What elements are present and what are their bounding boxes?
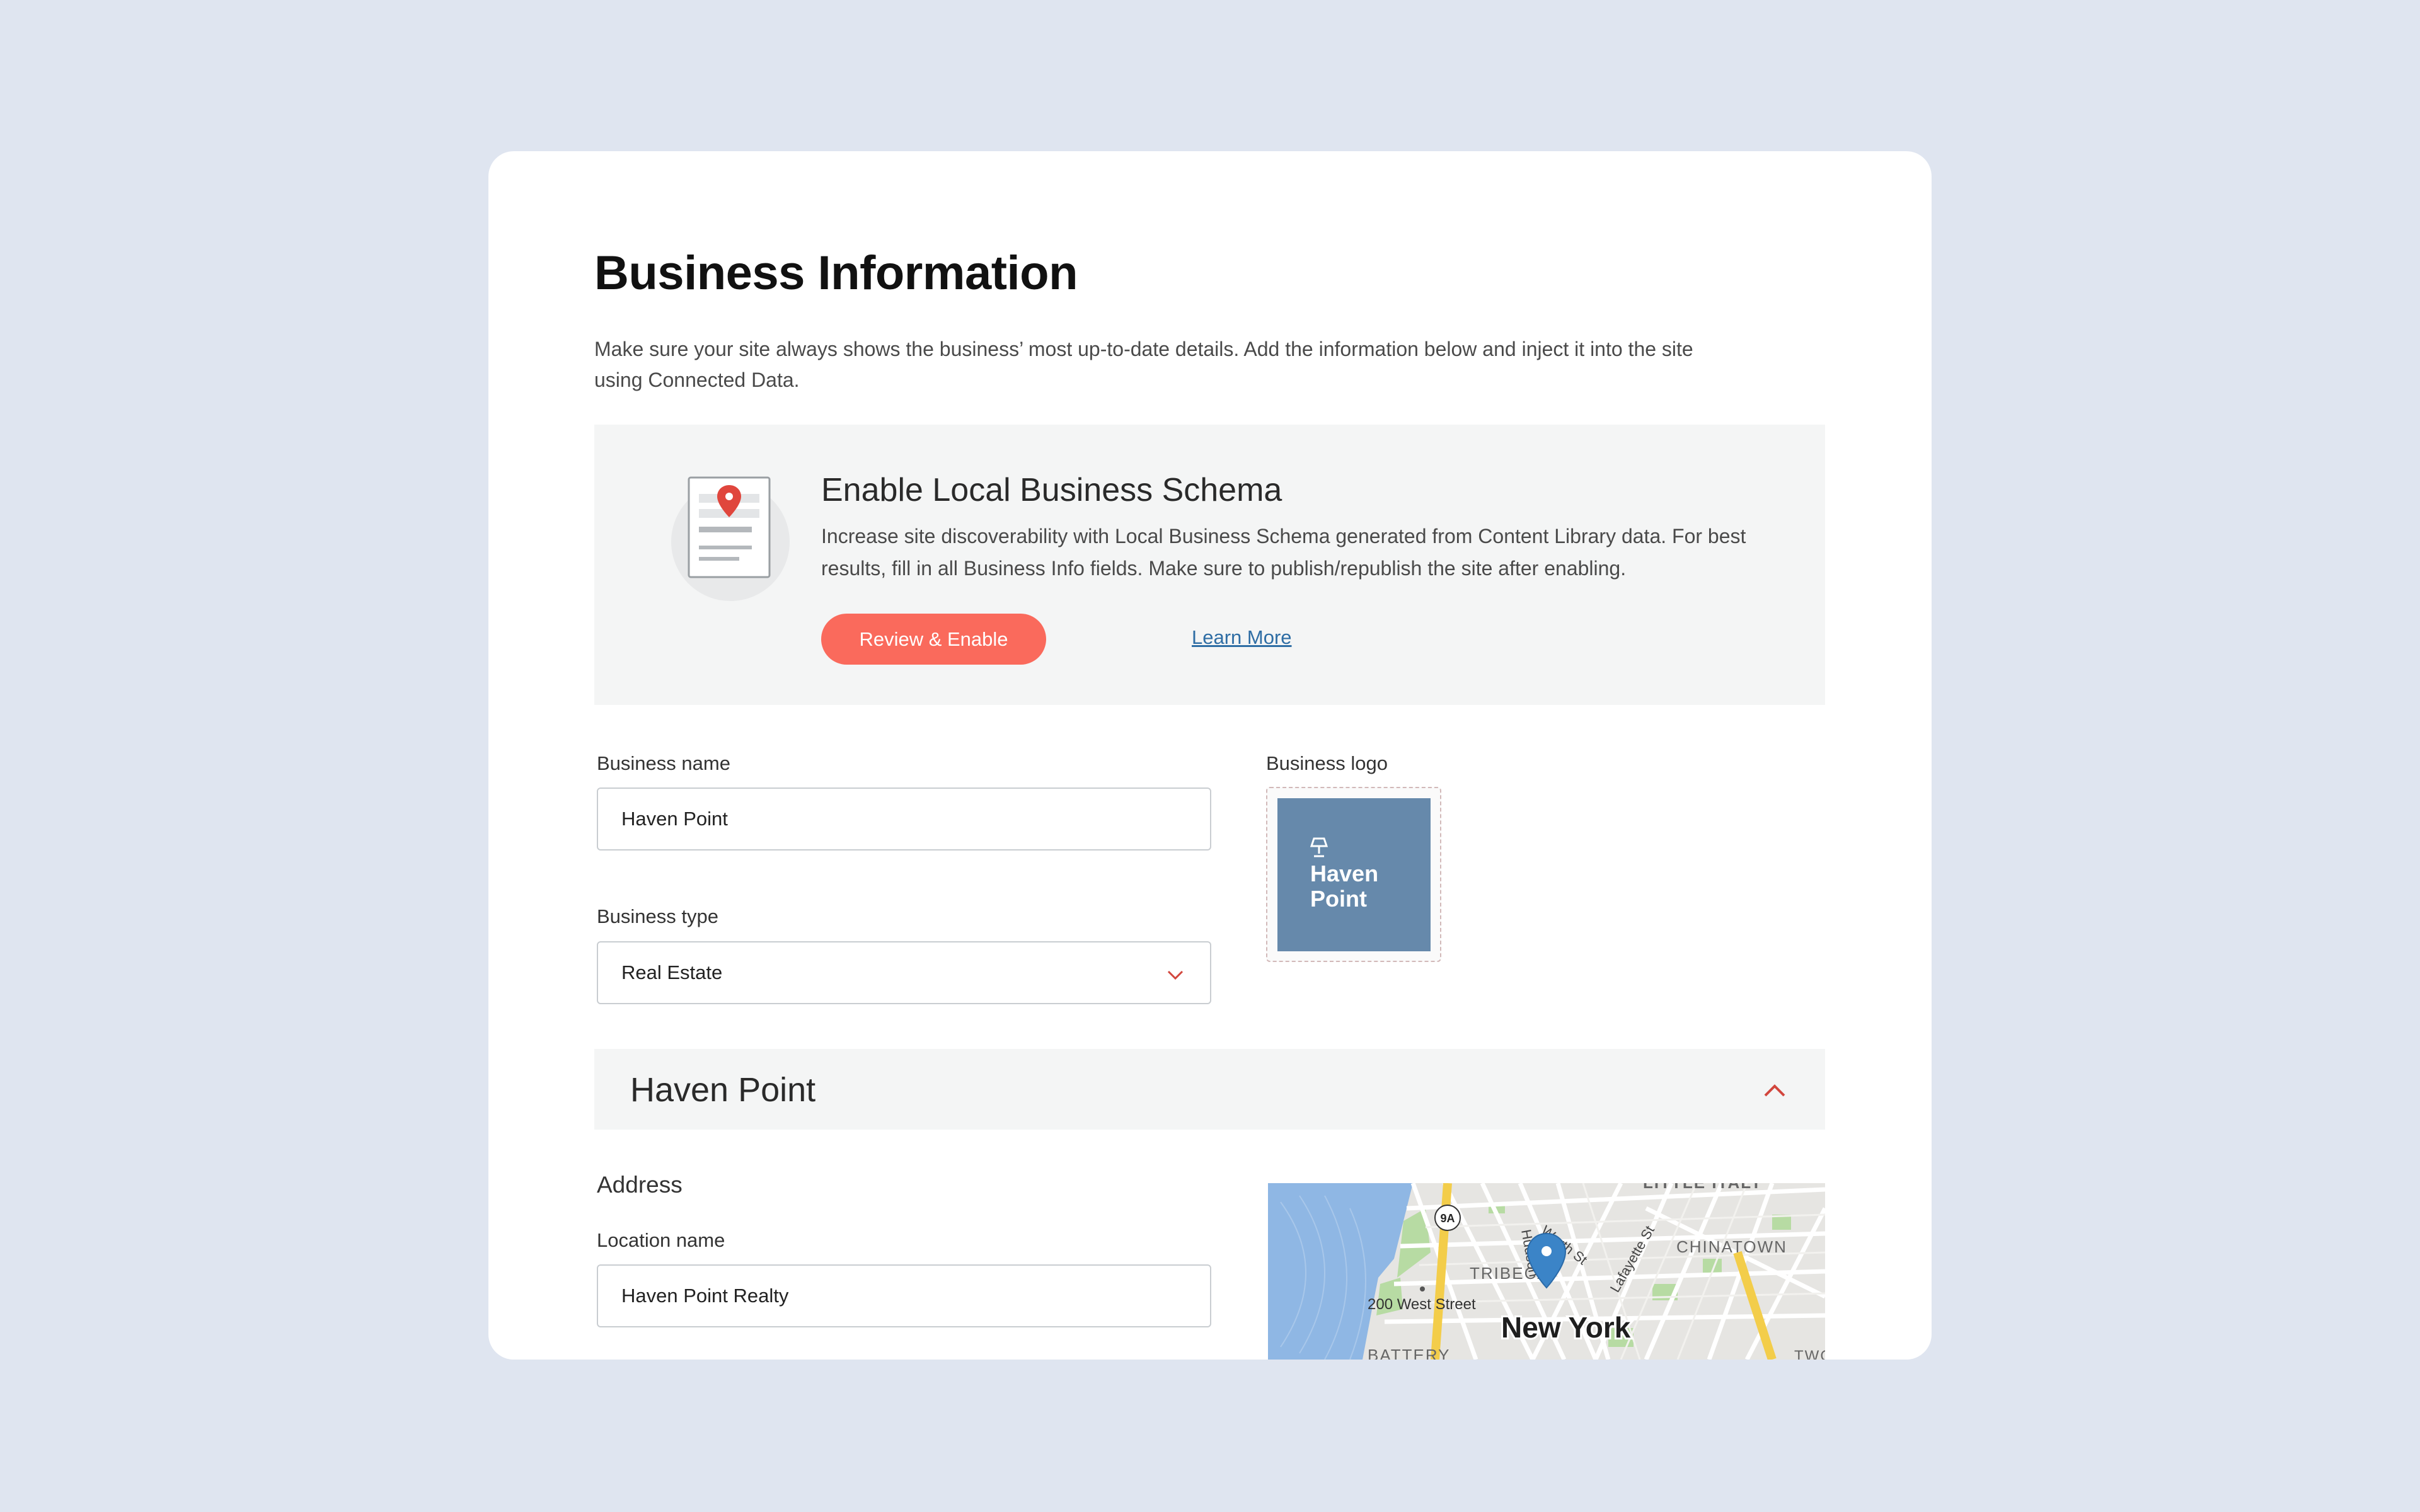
address-section-label: Address <box>597 1172 683 1198</box>
business-name-value: Haven Point <box>621 808 728 830</box>
location-accordion-title: Haven Point <box>630 1071 816 1109</box>
business-logo-text: Haven Point <box>1310 861 1378 912</box>
chevron-down-icon <box>1167 970 1184 980</box>
schema-description: Increase site discoverability with Local… <box>821 525 1746 580</box>
business-type-value: Real Estate <box>621 961 723 983</box>
local-business-schema-banner: Enable Local Business Schema Increase si… <box>594 425 1825 705</box>
location-map[interactable]: 9A LITTLE ITALY CHINATOWN TRIBECA BATTER… <box>1268 1183 1825 1360</box>
map-label-city: New York <box>1501 1311 1631 1344</box>
map-label-chinatown: CHINATOWN <box>1676 1237 1787 1256</box>
lamp-icon <box>1310 837 1328 857</box>
business-name-input[interactable]: Haven Point <box>597 788 1211 850</box>
map-label-battery: BATTERY <box>1368 1346 1451 1360</box>
business-type-label: Business type <box>597 905 718 927</box>
business-logo-image: Haven Point <box>1277 798 1431 951</box>
svg-text:9A: 9A <box>1440 1212 1455 1225</box>
route-9a-badge: 9A <box>1434 1205 1461 1231</box>
chevron-up-icon[interactable] <box>1762 1079 1787 1100</box>
business-name-label: Business name <box>597 752 730 774</box>
page-title: Business Information <box>594 246 1078 300</box>
schema-title: Enable Local Business Schema <box>821 472 1282 508</box>
location-name-value: Haven Point Realty <box>621 1285 789 1307</box>
logo-line-2: Point <box>1310 886 1367 912</box>
business-logo-label: Business logo <box>1266 752 1388 774</box>
map-label-little-italy: LITTLE ITALY <box>1643 1183 1763 1192</box>
map-label-two: TWO <box>1794 1348 1825 1360</box>
location-accordion-header[interactable]: Haven Point <box>594 1049 1825 1130</box>
map-address-dot <box>1420 1286 1425 1292</box>
page-description: Make sure your site always shows the bus… <box>594 338 1693 391</box>
business-info-card: Business Information Make sure your site… <box>488 151 1932 1360</box>
logo-line-1: Haven <box>1310 861 1379 886</box>
learn-more-link[interactable]: Learn More <box>1192 626 1292 649</box>
business-type-select[interactable]: Real Estate <box>597 941 1211 1004</box>
document-location-pin-icon <box>671 476 790 601</box>
location-name-input[interactable]: Haven Point Realty <box>597 1264 1211 1327</box>
business-logo-upload[interactable]: Haven Point <box>1266 787 1441 962</box>
map-canvas: 9A LITTLE ITALY CHINATOWN TRIBECA BATTER… <box>1268 1183 1825 1360</box>
map-label-address: 200 West Street <box>1368 1296 1476 1313</box>
location-name-label: Location name <box>597 1229 725 1251</box>
review-enable-button[interactable]: Review & Enable <box>821 614 1046 665</box>
